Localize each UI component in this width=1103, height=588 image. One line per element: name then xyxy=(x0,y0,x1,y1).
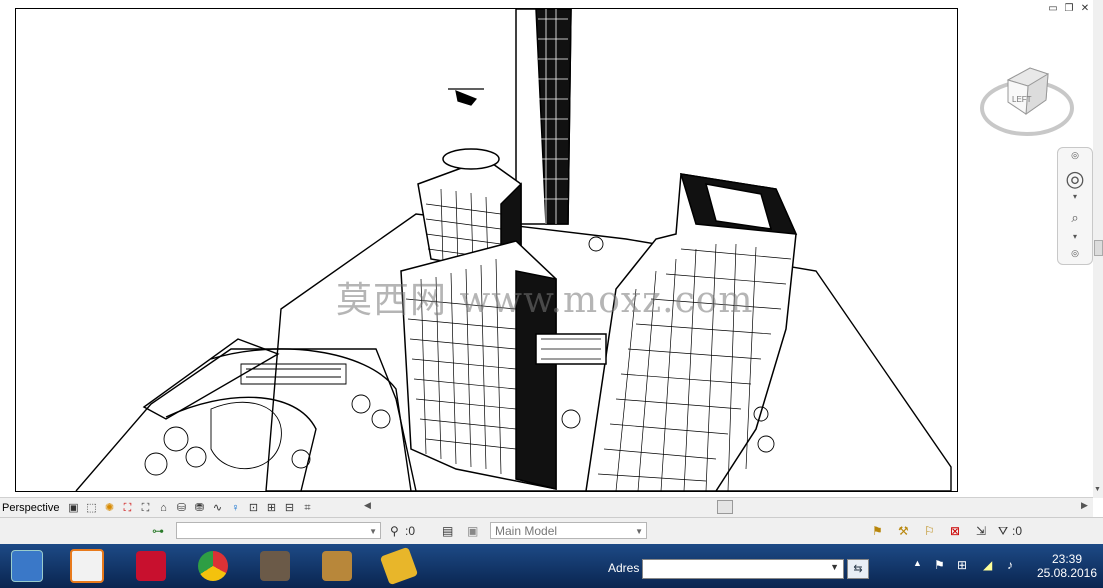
windows-icon[interactable]: ⊞ xyxy=(957,558,967,572)
close-icon[interactable]: ✕ xyxy=(1079,4,1091,14)
clock-time: 23:39 xyxy=(1051,552,1083,566)
horizontal-scrollbar[interactable]: ◀ ▶ xyxy=(364,498,1093,515)
horizontal-scroll-thumb[interactable] xyxy=(717,500,733,514)
calculator-icon xyxy=(11,550,43,582)
visual-style-icon[interactable]: ▣ xyxy=(65,501,81,515)
viewcube-face-label[interactable]: LEFT xyxy=(1012,95,1032,104)
view-type-label: Perspective xyxy=(2,501,60,514)
game-icon xyxy=(322,551,352,581)
taskbar-app-autocad[interactable] xyxy=(128,548,174,584)
select-underlay-icon[interactable]: ⚒ xyxy=(898,522,909,540)
viewcube[interactable]: LEFT xyxy=(980,58,1080,144)
reveal-hidden-icon[interactable]: ⛃ xyxy=(191,501,207,515)
vertical-scroll-thumb[interactable] xyxy=(1094,240,1103,256)
status-bar: ⊶ ▼ ⚲ :0 ▤ ▣ Main Model ▼ ⚑ ⚒ ⚐ ⊠ ⇲ ⛛ :0 xyxy=(0,517,1103,545)
zoom-icon[interactable]: ⌕ xyxy=(1063,210,1087,226)
crop-view-icon[interactable]: ⛶ xyxy=(119,501,135,515)
chevron-down-icon[interactable]: ▼ xyxy=(635,523,643,540)
3d-viewport[interactable]: 莫西网 www.moxz.com xyxy=(15,8,958,492)
zoom-dropdown-icon[interactable]: ▾ xyxy=(1063,232,1087,241)
helicopter xyxy=(448,88,484,106)
autocad-icon xyxy=(136,551,166,581)
close-navbar-icon[interactable]: ◎ xyxy=(1063,150,1087,161)
clock-date: 25.08.2016 xyxy=(1036,566,1098,580)
drag-elements-icon[interactable]: ⇲ xyxy=(976,522,986,540)
select-by-face-icon[interactable]: ⊠ xyxy=(950,522,960,540)
vertical-scrollbar[interactable]: ▼ xyxy=(1093,0,1103,498)
show-constraints-icon[interactable]: ⊡ xyxy=(245,501,261,515)
watermark: 莫西网 www.moxz.com xyxy=(336,280,754,321)
filter-icon[interactable]: ⛛ xyxy=(998,522,1008,540)
network-icon[interactable]: ◢ xyxy=(983,558,992,572)
address-label: Adres xyxy=(608,561,640,575)
model-value: Main Model xyxy=(495,524,558,538)
system-clock[interactable]: 23:39 25.08.2016 xyxy=(1034,552,1100,580)
shadows-icon[interactable]: ⬚ xyxy=(83,501,99,515)
taskbar-app-game[interactable] xyxy=(252,548,298,584)
scroll-down-icon[interactable]: ▼ xyxy=(1094,486,1101,493)
select-pinned-icon[interactable]: ⚐ xyxy=(924,522,935,540)
taskbar-app-notes[interactable] xyxy=(376,546,422,586)
city-model-drawing xyxy=(75,9,952,491)
address-input[interactable]: ▼ xyxy=(642,559,844,579)
sun-path-icon[interactable]: ✺ xyxy=(101,501,117,515)
wheel-dropdown-icon[interactable]: ▾ xyxy=(1063,192,1087,201)
taskbar-app-calculator[interactable] xyxy=(4,548,50,584)
taskbar-app-game-2[interactable] xyxy=(314,548,360,584)
address-go-button[interactable]: ⇆ xyxy=(847,559,869,579)
navigation-bar: ◎ ◎ ▾ ⌕ ▾ ◎ xyxy=(1057,147,1093,265)
analytical-model-icon[interactable]: ∿ xyxy=(209,501,225,515)
worksets-icon[interactable]: ⊶ xyxy=(152,522,164,540)
steering-wheel-icon[interactable]: ◎ xyxy=(1063,166,1087,192)
design-options-status-icon[interactable]: ▣ xyxy=(467,522,478,540)
taskbar: Adres ▼ ⇆ ▲ ⚑ ⊞ ◢ ♪ 23:39 25.08.2016 xyxy=(0,544,1103,588)
media-player-icon xyxy=(70,549,104,583)
editable-only-icon[interactable]: ⚲ xyxy=(390,522,399,540)
pick-count: :0 xyxy=(405,524,416,538)
filter-count: :0 xyxy=(1012,524,1023,538)
select-links-icon[interactable]: ⚑ xyxy=(872,522,883,540)
chevron-down-icon[interactable]: ▼ xyxy=(830,562,839,572)
taskbar-app-media-player[interactable] xyxy=(64,548,110,584)
navbar-options-icon[interactable]: ◎ xyxy=(1063,248,1087,259)
scroll-left-icon[interactable]: ◀ xyxy=(364,500,371,511)
helipad xyxy=(442,148,500,170)
editing-requests-icon[interactable]: ▤ xyxy=(442,522,453,540)
taskbar-app-chrome[interactable] xyxy=(190,548,236,584)
workset-dropdown[interactable]: ▼ xyxy=(176,522,381,539)
scroll-right-icon[interactable]: ▶ xyxy=(1081,500,1088,511)
chevron-down-icon[interactable]: ▼ xyxy=(369,523,377,540)
minimize-icon[interactable]: ▭ xyxy=(1047,4,1059,14)
temporary-hide-icon[interactable]: ⛁ xyxy=(173,501,189,515)
highlight-displacement-icon[interactable]: ♀ xyxy=(227,501,243,515)
chrome-icon xyxy=(198,551,228,581)
unlock-3d-icon[interactable]: ⌂ xyxy=(155,501,171,515)
pencil-icon xyxy=(379,546,419,586)
model-dropdown[interactable]: Main Model ▼ xyxy=(490,522,647,539)
tray-expand-icon[interactable]: ▲ xyxy=(913,558,922,568)
action-center-icon[interactable]: ⚑ xyxy=(934,558,945,572)
window-controls: ▭ ❐ ✕ xyxy=(1047,4,1091,14)
hide-analysis-icon[interactable]: ⌗ xyxy=(299,501,315,515)
game-icon xyxy=(260,551,290,581)
worksharing-icon[interactable]: ⊞ xyxy=(263,501,279,515)
restore-icon[interactable]: ❐ xyxy=(1063,4,1075,14)
show-crop-icon[interactable]: ⛶ xyxy=(137,501,153,515)
design-options-icon[interactable]: ⊟ xyxy=(281,501,297,515)
volume-icon[interactable]: ♪ xyxy=(1007,558,1013,572)
